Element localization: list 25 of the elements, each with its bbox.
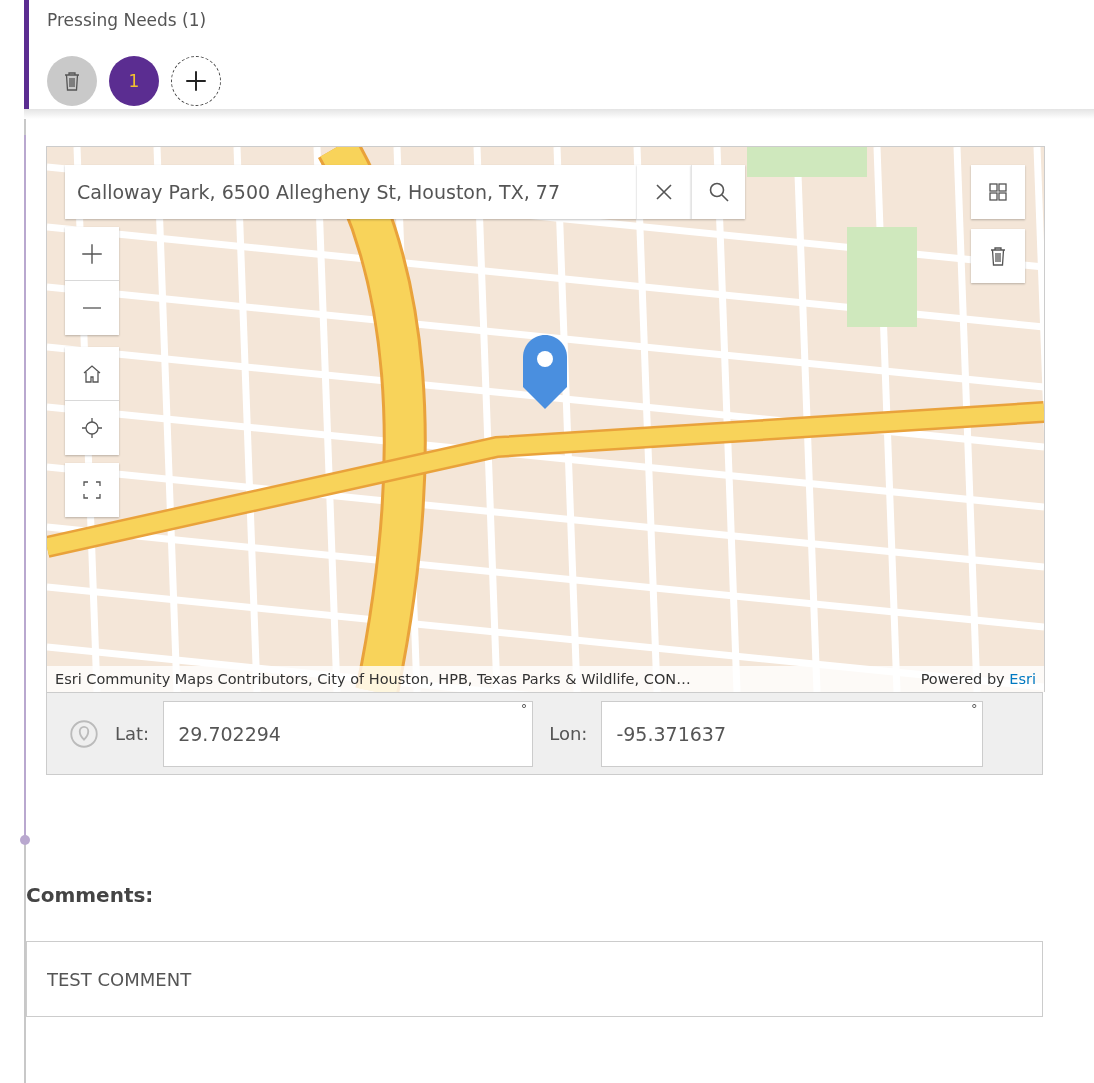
home-button[interactable] <box>65 347 119 401</box>
record-button[interactable]: 1 <box>109 56 159 106</box>
search-button[interactable] <box>691 165 745 219</box>
search-field[interactable]: Calloway Park, 6500 Allegheny St, Houston, TX, 77 <box>65 165 637 219</box>
clear-button[interactable] <box>637 165 691 219</box>
longitude-label: Lon: <box>549 723 588 744</box>
delete-button[interactable] <box>47 56 97 106</box>
locate-button[interactable] <box>65 401 119 455</box>
delete-button[interactable] <box>971 229 1025 283</box>
latitude-label: Lat: <box>115 723 150 744</box>
map-attribution: Esri Community Maps Contributors, City of Houston, HPB, Texas Parks & Wildlife, CON… <box>55 671 691 687</box>
plus-icon <box>183 68 209 94</box>
crosshair-icon <box>80 416 104 440</box>
comments-label: Comments: <box>26 883 155 907</box>
fullscreen-button[interactable] <box>65 463 119 517</box>
comments-field[interactable]: TEST COMMENT <box>26 941 1043 1017</box>
degree-unit: ° <box>520 700 528 716</box>
degree-unit: ° <box>970 700 978 716</box>
esri-link[interactable]: Esri <box>1009 671 1036 687</box>
section-title: Pressing Needs (1) <box>47 10 208 30</box>
grid-icon <box>986 180 1010 204</box>
zoom-in-button[interactable] <box>65 227 119 281</box>
fullscreen-icon <box>80 478 104 502</box>
powered-by-text: Powered by Esri <box>920 671 1036 687</box>
basemap-button[interactable] <box>971 165 1025 219</box>
